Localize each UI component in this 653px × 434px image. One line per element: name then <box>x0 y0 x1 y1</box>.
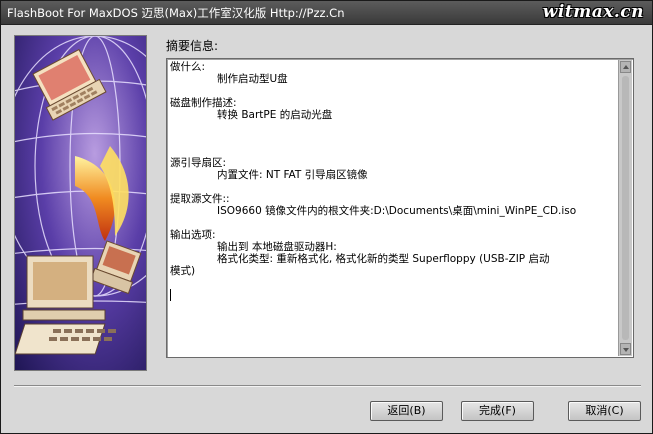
section-heading: 输出选项: <box>170 229 216 241</box>
footer-divider <box>14 385 641 387</box>
section-disk-desc: 磁盘制作描述: 转换 BartPE 的启动光盘 <box>169 97 619 121</box>
scroll-down-arrow-icon[interactable] <box>620 343 631 355</box>
section-heading: 做什么: <box>170 61 206 73</box>
section-boot-sector: 源引导扇区: 内置文件: NT FAT 引导扇区镜像 <box>169 157 619 181</box>
summary-text[interactable]: 做什么: 制作启动型U盘 磁盘制作描述: 转换 BartPE 的启动光盘 源引导… <box>169 61 619 355</box>
section-heading: 提取源文件:: <box>170 193 230 205</box>
section-value-format-cont: 模式) <box>170 265 196 277</box>
section-value: 输出到 本地磁盘驱动器H: <box>217 241 337 253</box>
section-value: 内置文件: NT FAT 引导扇区镜像 <box>217 169 368 181</box>
scroll-track[interactable] <box>622 76 629 340</box>
summary-label: 摘要信息: <box>166 39 219 53</box>
watermark-logo: witmax.cn <box>542 2 644 22</box>
dialog-window: FlashBoot For MaxDOS 迈思(Max)工作室汉化版 Http:… <box>0 0 653 434</box>
scroll-up-arrow-icon[interactable] <box>620 61 631 73</box>
cancel-button[interactable]: 取消(C) <box>568 401 641 421</box>
section-heading: 磁盘制作描述: <box>170 97 237 109</box>
back-button[interactable]: 返回(B) <box>370 401 443 421</box>
section-heading: 源引导扇区: <box>170 157 227 169</box>
section-output: 输出选项: 输出到 本地磁盘驱动器H: 格式化类型: 重新格式化, 格式化新的类… <box>169 229 619 277</box>
text-caret <box>170 289 171 301</box>
window-title: FlashBoot For MaxDOS 迈思(Max)工作室汉化版 Http:… <box>7 6 345 20</box>
section-value: 制作启动型U盘 <box>217 73 288 85</box>
summary-textarea[interactable]: 做什么: 制作启动型U盘 磁盘制作描述: 转换 BartPE 的启动光盘 源引导… <box>166 58 634 358</box>
section-what: 做什么: 制作启动型U盘 <box>169 61 619 85</box>
vertical-scrollbar[interactable] <box>618 60 632 356</box>
section-value: 转换 BartPE 的启动光盘 <box>217 109 333 121</box>
section-value: ISO9660 镜像文件内的根文件夹:D:\Documents\桌面\mini_… <box>217 205 577 217</box>
section-source-files: 提取源文件:: ISO9660 镜像文件内的根文件夹:D:\Documents\… <box>169 193 619 217</box>
wizard-illustration <box>14 35 147 371</box>
section-value-format: 格式化类型: 重新格式化, 格式化新的类型 Superfloppy (USB-Z… <box>217 253 550 265</box>
title-bar[interactable]: FlashBoot For MaxDOS 迈思(Max)工作室汉化版 Http:… <box>1 1 652 25</box>
finish-button[interactable]: 完成(F) <box>461 401 534 421</box>
